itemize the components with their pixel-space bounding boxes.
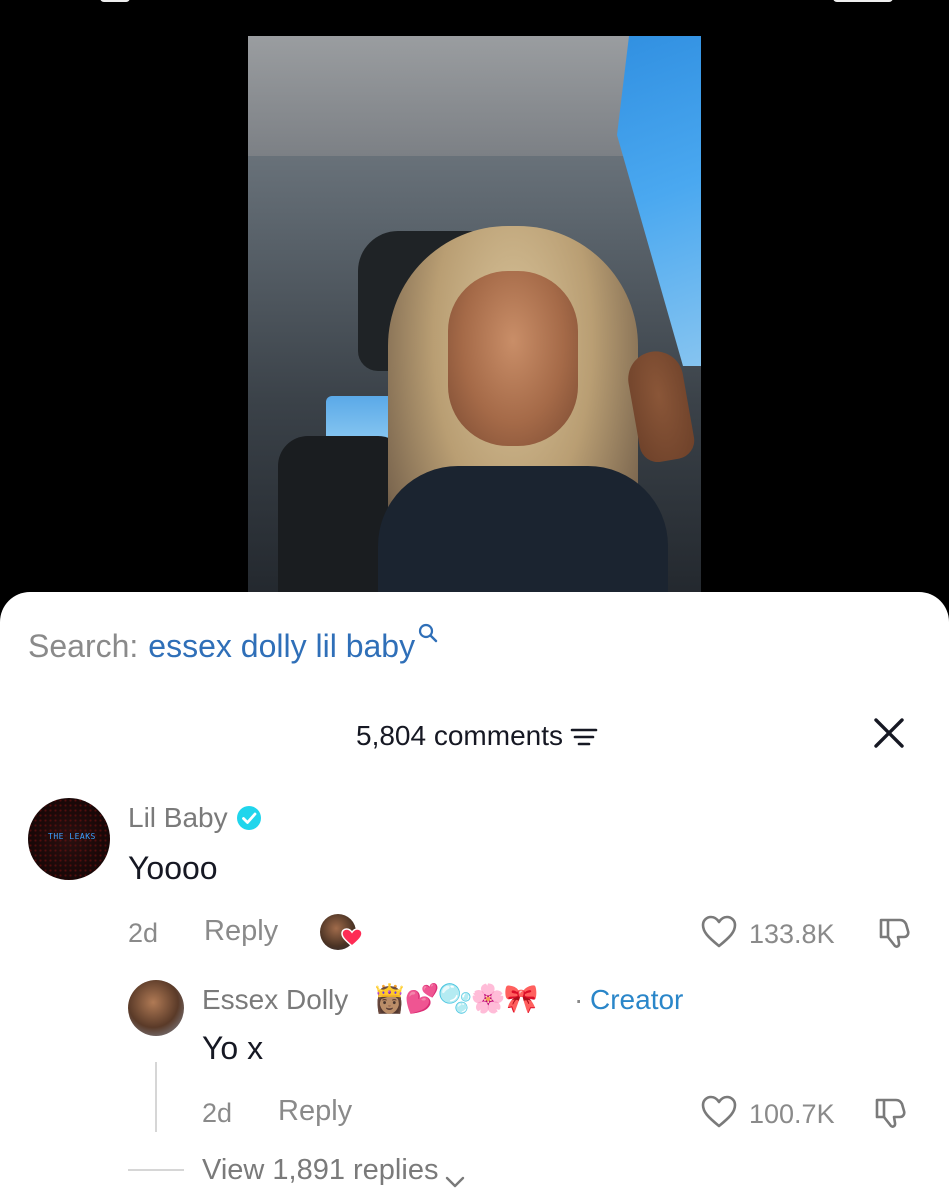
- search-query-link[interactable]: essex dolly lil baby: [148, 628, 415, 665]
- username-label: Lil Baby: [128, 802, 228, 833]
- view-replies-button[interactable]: View 1,891 replies: [202, 1154, 466, 1187]
- avatar[interactable]: THE LEAKS: [28, 798, 110, 880]
- reply-avatar[interactable]: [128, 980, 184, 1036]
- separator-dot: ·: [574, 984, 584, 1015]
- like-heart-icon[interactable]: [700, 914, 738, 950]
- username-emojis: 👸🏽💕🫧🌸🎀: [372, 982, 538, 1015]
- comments-header: 5,804 comments: [0, 714, 949, 758]
- status-bar-fragment: [100, 0, 130, 2]
- like-count: 133.8K: [749, 919, 835, 949]
- reply-text: Yo x: [202, 1030, 264, 1066]
- reply-age: 2d: [202, 1098, 233, 1128]
- reply-username[interactable]: Essex Dolly: [202, 984, 348, 1016]
- chevron-down-icon: [444, 1164, 466, 1187]
- comment-count[interactable]: 5,804 comments: [356, 720, 599, 752]
- person-figure: [378, 226, 698, 596]
- search-icon: [418, 614, 438, 643]
- thread-line: [155, 1062, 157, 1132]
- status-bar-battery: [833, 0, 893, 2]
- dislike-icon[interactable]: [876, 914, 912, 950]
- jacket: [378, 466, 668, 596]
- reply-like-count: 100.7K: [749, 1099, 835, 1129]
- verified-badge-icon: [236, 805, 262, 831]
- face: [448, 271, 578, 446]
- reply-like-heart-icon[interactable]: [700, 1094, 738, 1130]
- comments-sheet: Search: essex dolly lil baby 5,804 comme…: [0, 592, 949, 1200]
- comment-count-label: 5,804 comments: [356, 720, 563, 751]
- view-replies-label: View 1,891 replies: [202, 1154, 439, 1186]
- video-area[interactable]: [0, 0, 949, 620]
- reply-button[interactable]: Reply: [204, 915, 278, 948]
- search-label: Search:: [28, 628, 139, 664]
- search-suggestion[interactable]: Search: essex dolly lil baby: [28, 623, 438, 665]
- comment-text: Yoooo: [128, 850, 218, 886]
- close-icon[interactable]: [872, 716, 906, 750]
- video-thumbnail[interactable]: [248, 36, 701, 596]
- comment-age: 2d: [128, 918, 159, 948]
- avatar-text: THE LEAKS: [48, 832, 96, 841]
- reply-to-reply-button[interactable]: Reply: [278, 1095, 352, 1128]
- creator-liked-heart-icon: [341, 928, 363, 948]
- filter-icon[interactable]: [569, 724, 599, 748]
- comment-username[interactable]: Lil Baby: [128, 802, 262, 834]
- view-replies-divider: [128, 1169, 184, 1171]
- reply-dislike-icon[interactable]: [872, 1094, 908, 1130]
- creator-badge: Creator: [590, 984, 684, 1015]
